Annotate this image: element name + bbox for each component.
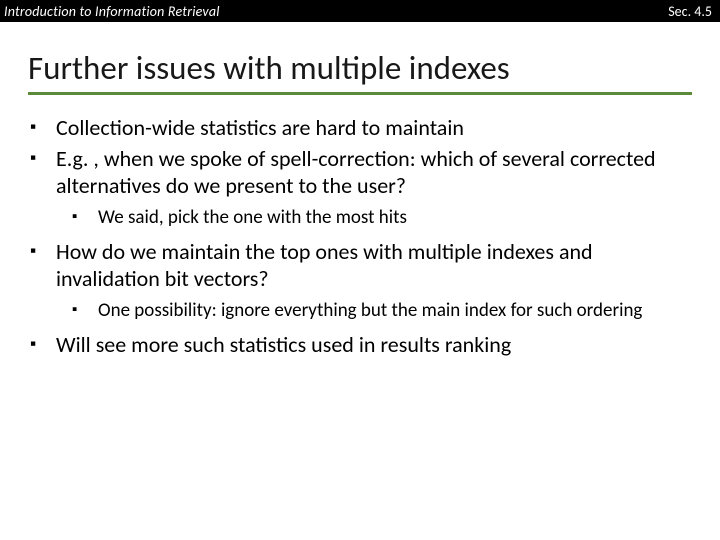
bullet-icon: ▪ xyxy=(28,115,56,142)
bullet-icon: ▪ xyxy=(72,206,98,229)
title-underline xyxy=(28,92,692,95)
list-item: ▪ How do we maintain the top ones with m… xyxy=(28,239,692,293)
list-item: ▪ Will see more such statistics used in … xyxy=(28,332,692,359)
bullet-icon: ▪ xyxy=(28,332,56,359)
content-area: ▪ Collection-wide statistics are hard to… xyxy=(0,101,720,358)
bullet-icon: ▪ xyxy=(28,146,56,200)
bullet-text: How do we maintain the top ones with mul… xyxy=(56,239,692,293)
course-label: Introduction to Information Retrieval xyxy=(4,3,220,20)
list-item: ▪ We said, pick the one with the most hi… xyxy=(28,206,692,229)
slide-title: Further issues with multiple indexes xyxy=(28,50,692,86)
bullet-text: One possibility: ignore everything but t… xyxy=(98,299,692,322)
bullet-text: E.g. , when we spoke of spell-correction… xyxy=(56,146,692,200)
list-item: ▪ E.g. , when we spoke of spell-correcti… xyxy=(28,146,692,200)
list-item: ▪ Collection-wide statistics are hard to… xyxy=(28,115,692,142)
list-item: ▪ One possibility: ignore everything but… xyxy=(28,299,692,322)
title-block: Further issues with multiple indexes xyxy=(0,22,720,101)
header-bar: Introduction to Information Retrieval Se… xyxy=(0,0,720,22)
bullet-text: Will see more such statistics used in re… xyxy=(56,332,692,359)
section-label: Sec. 4.5 xyxy=(668,3,712,20)
bullet-text: We said, pick the one with the most hits xyxy=(98,206,692,229)
bullet-icon: ▪ xyxy=(72,299,98,322)
bullet-text: Collection-wide statistics are hard to m… xyxy=(56,115,692,142)
bullet-icon: ▪ xyxy=(28,239,56,293)
